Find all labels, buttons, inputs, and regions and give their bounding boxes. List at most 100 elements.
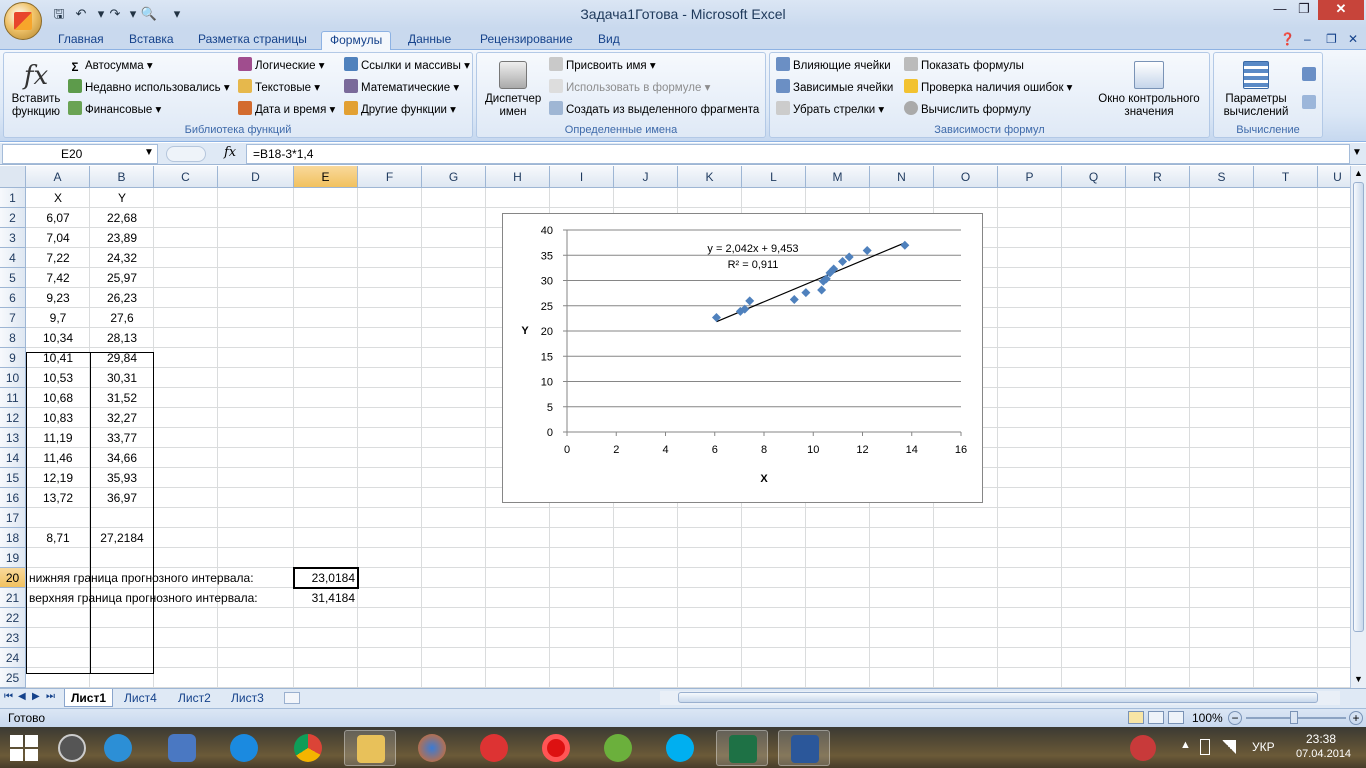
y-value-cell[interactable]: 31,52 <box>90 388 154 408</box>
formula-input[interactable]: =B18-3*1,4 <box>246 144 1350 164</box>
y-value-cell[interactable]: 30,31 <box>90 368 154 388</box>
x-value-cell[interactable]: 10,34 <box>26 328 90 348</box>
upper-bound-label[interactable]: верхняя граница прогнозного интервала: <box>26 588 294 608</box>
y-value-cell[interactable]: 25,97 <box>90 268 154 288</box>
row-header-22[interactable]: 22 <box>0 608 26 628</box>
y-value-cell[interactable]: 26,23 <box>90 288 154 308</box>
row-header-18[interactable]: 18 <box>0 528 26 548</box>
row-header-12[interactable]: 12 <box>0 408 26 428</box>
horizontal-scrollbar[interactable] <box>660 691 1340 705</box>
column-header-T[interactable]: T <box>1254 166 1318 188</box>
name-box[interactable]: E20 <box>2 144 158 164</box>
column-header-M[interactable]: M <box>806 166 870 188</box>
ribbon-restore-icon[interactable]: ❐ <box>1326 31 1337 50</box>
column-header-D[interactable]: D <box>218 166 294 188</box>
name-box-dropdown-icon[interactable]: ▼ <box>144 147 154 158</box>
select-all-corner[interactable] <box>0 166 26 188</box>
taskbar-app-1[interactable] <box>46 730 98 766</box>
assign-name-button[interactable]: Присвоить имя ▾ <box>549 57 656 75</box>
other-functions-button[interactable]: Другие функции ▾ <box>344 101 456 119</box>
y-value-cell[interactable]: 22,68 <box>90 208 154 228</box>
row-header-24[interactable]: 24 <box>0 648 26 668</box>
y-value-cell[interactable]: 33,77 <box>90 428 154 448</box>
calculation-options-button[interactable]: Параметры вычислений <box>1216 59 1296 119</box>
lower-bound-label[interactable]: нижняя граница прогнозного интервала: <box>26 568 294 588</box>
column-header-O[interactable]: O <box>934 166 998 188</box>
zoom-out-icon[interactable]: − <box>1228 711 1242 725</box>
header-x[interactable]: X <box>26 188 90 208</box>
y-value-cell[interactable]: 24,32 <box>90 248 154 268</box>
mean-y-cell[interactable]: 27,2184 <box>90 528 154 548</box>
row-header-17[interactable]: 17 <box>0 508 26 528</box>
column-header-G[interactable]: G <box>422 166 486 188</box>
evaluate-formula-button[interactable]: Вычислить формулу <box>904 101 1031 119</box>
trace-dependents-button[interactable]: Зависимые ячейки <box>776 79 893 97</box>
y-value-cell[interactable]: 34,66 <box>90 448 154 468</box>
office-button[interactable] <box>4 2 42 40</box>
x-value-cell[interactable]: 9,23 <box>26 288 90 308</box>
row-header-16[interactable]: 16 <box>0 488 26 508</box>
sheet-nav-last-icon[interactable]: ⏭ <box>46 691 55 702</box>
row-header-13[interactable]: 13 <box>0 428 26 448</box>
help-icon[interactable]: ❓ <box>1280 31 1295 50</box>
network-signal-icon[interactable] <box>1222 740 1236 754</box>
taskbar-media[interactable] <box>156 730 208 766</box>
taskbar-explorer[interactable] <box>344 730 396 766</box>
watch-window-button[interactable]: Окно контрольного значения <box>1090 59 1208 119</box>
vertical-scrollbar[interactable]: ▲ ▼ <box>1350 166 1366 688</box>
y-value-cell[interactable]: 32,27 <box>90 408 154 428</box>
column-header-B[interactable]: B <box>90 166 154 188</box>
calculate-now-icon[interactable] <box>1302 67 1316 81</box>
taskbar-ie[interactable] <box>218 730 270 766</box>
tab-page-layout[interactable]: Разметка страницы <box>190 31 315 50</box>
use-in-formula-button[interactable]: Использовать в формуле ▾ <box>549 79 710 97</box>
taskbar-word[interactable] <box>778 730 830 766</box>
ribbon-minimize-icon[interactable]: – <box>1304 31 1311 50</box>
battery-icon[interactable] <box>1200 739 1210 755</box>
references-button[interactable]: Ссылки и массивы ▾ <box>344 57 470 75</box>
view-normal-icon[interactable] <box>1128 711 1144 724</box>
sheet-tab-1[interactable]: Лист1 <box>64 689 114 707</box>
column-header-E[interactable]: E <box>294 166 358 188</box>
column-header-S[interactable]: S <box>1190 166 1254 188</box>
y-value-cell[interactable]: 29,84 <box>90 348 154 368</box>
row-header-5[interactable]: 5 <box>0 268 26 288</box>
minimize-button[interactable]: — <box>1268 0 1292 20</box>
x-value-cell[interactable]: 12,19 <box>26 468 90 488</box>
scroll-down-icon[interactable]: ▼ <box>1354 674 1363 684</box>
taskbar-yandex[interactable] <box>468 730 520 766</box>
x-value-cell[interactable]: 13,72 <box>26 488 90 508</box>
row-header-6[interactable]: 6 <box>0 288 26 308</box>
column-header-Q[interactable]: Q <box>1062 166 1126 188</box>
language-indicator[interactable]: УКР <box>1252 740 1275 754</box>
column-header-U[interactable]: U <box>1318 166 1350 188</box>
row-header-3[interactable]: 3 <box>0 228 26 248</box>
taskbar-skype[interactable] <box>654 730 706 766</box>
insert-function-button[interactable]: fx Вставить функцию <box>6 59 66 119</box>
financial-button[interactable]: Финансовые ▾ <box>68 101 161 119</box>
sheet-tab-3[interactable]: Лист3 <box>225 689 270 707</box>
row-header-9[interactable]: 9 <box>0 348 26 368</box>
x-value-cell[interactable]: 10,53 <box>26 368 90 388</box>
row-header-25[interactable]: 25 <box>0 668 26 688</box>
logical-button[interactable]: Логические ▾ <box>238 57 325 75</box>
row-header-7[interactable]: 7 <box>0 308 26 328</box>
restore-button[interactable]: ❐ <box>1292 0 1316 20</box>
column-header-H[interactable]: H <box>486 166 550 188</box>
x-value-cell[interactable]: 11,46 <box>26 448 90 468</box>
formula-bar-expand-button[interactable]: ▼ <box>1352 147 1362 158</box>
row-header-15[interactable]: 15 <box>0 468 26 488</box>
column-header-C[interactable]: C <box>154 166 218 188</box>
x-value-cell[interactable]: 9,7 <box>26 308 90 328</box>
row-header-8[interactable]: 8 <box>0 328 26 348</box>
row-header-21[interactable]: 21 <box>0 588 26 608</box>
close-button[interactable]: ✕ <box>1318 0 1364 20</box>
math-button[interactable]: Математические ▾ <box>344 79 459 97</box>
zoom-level[interactable]: 100% <box>1192 711 1223 725</box>
x-value-cell[interactable]: 7,22 <box>26 248 90 268</box>
formula-bar-expand-icon[interactable] <box>166 146 206 162</box>
error-checking-button[interactable]: Проверка наличия ошибок ▾ <box>904 79 1072 97</box>
tab-formulas[interactable]: Формулы <box>321 31 392 50</box>
tab-home[interactable]: Главная <box>50 31 112 50</box>
trace-precedents-button[interactable]: Влияющие ячейки <box>776 57 891 75</box>
